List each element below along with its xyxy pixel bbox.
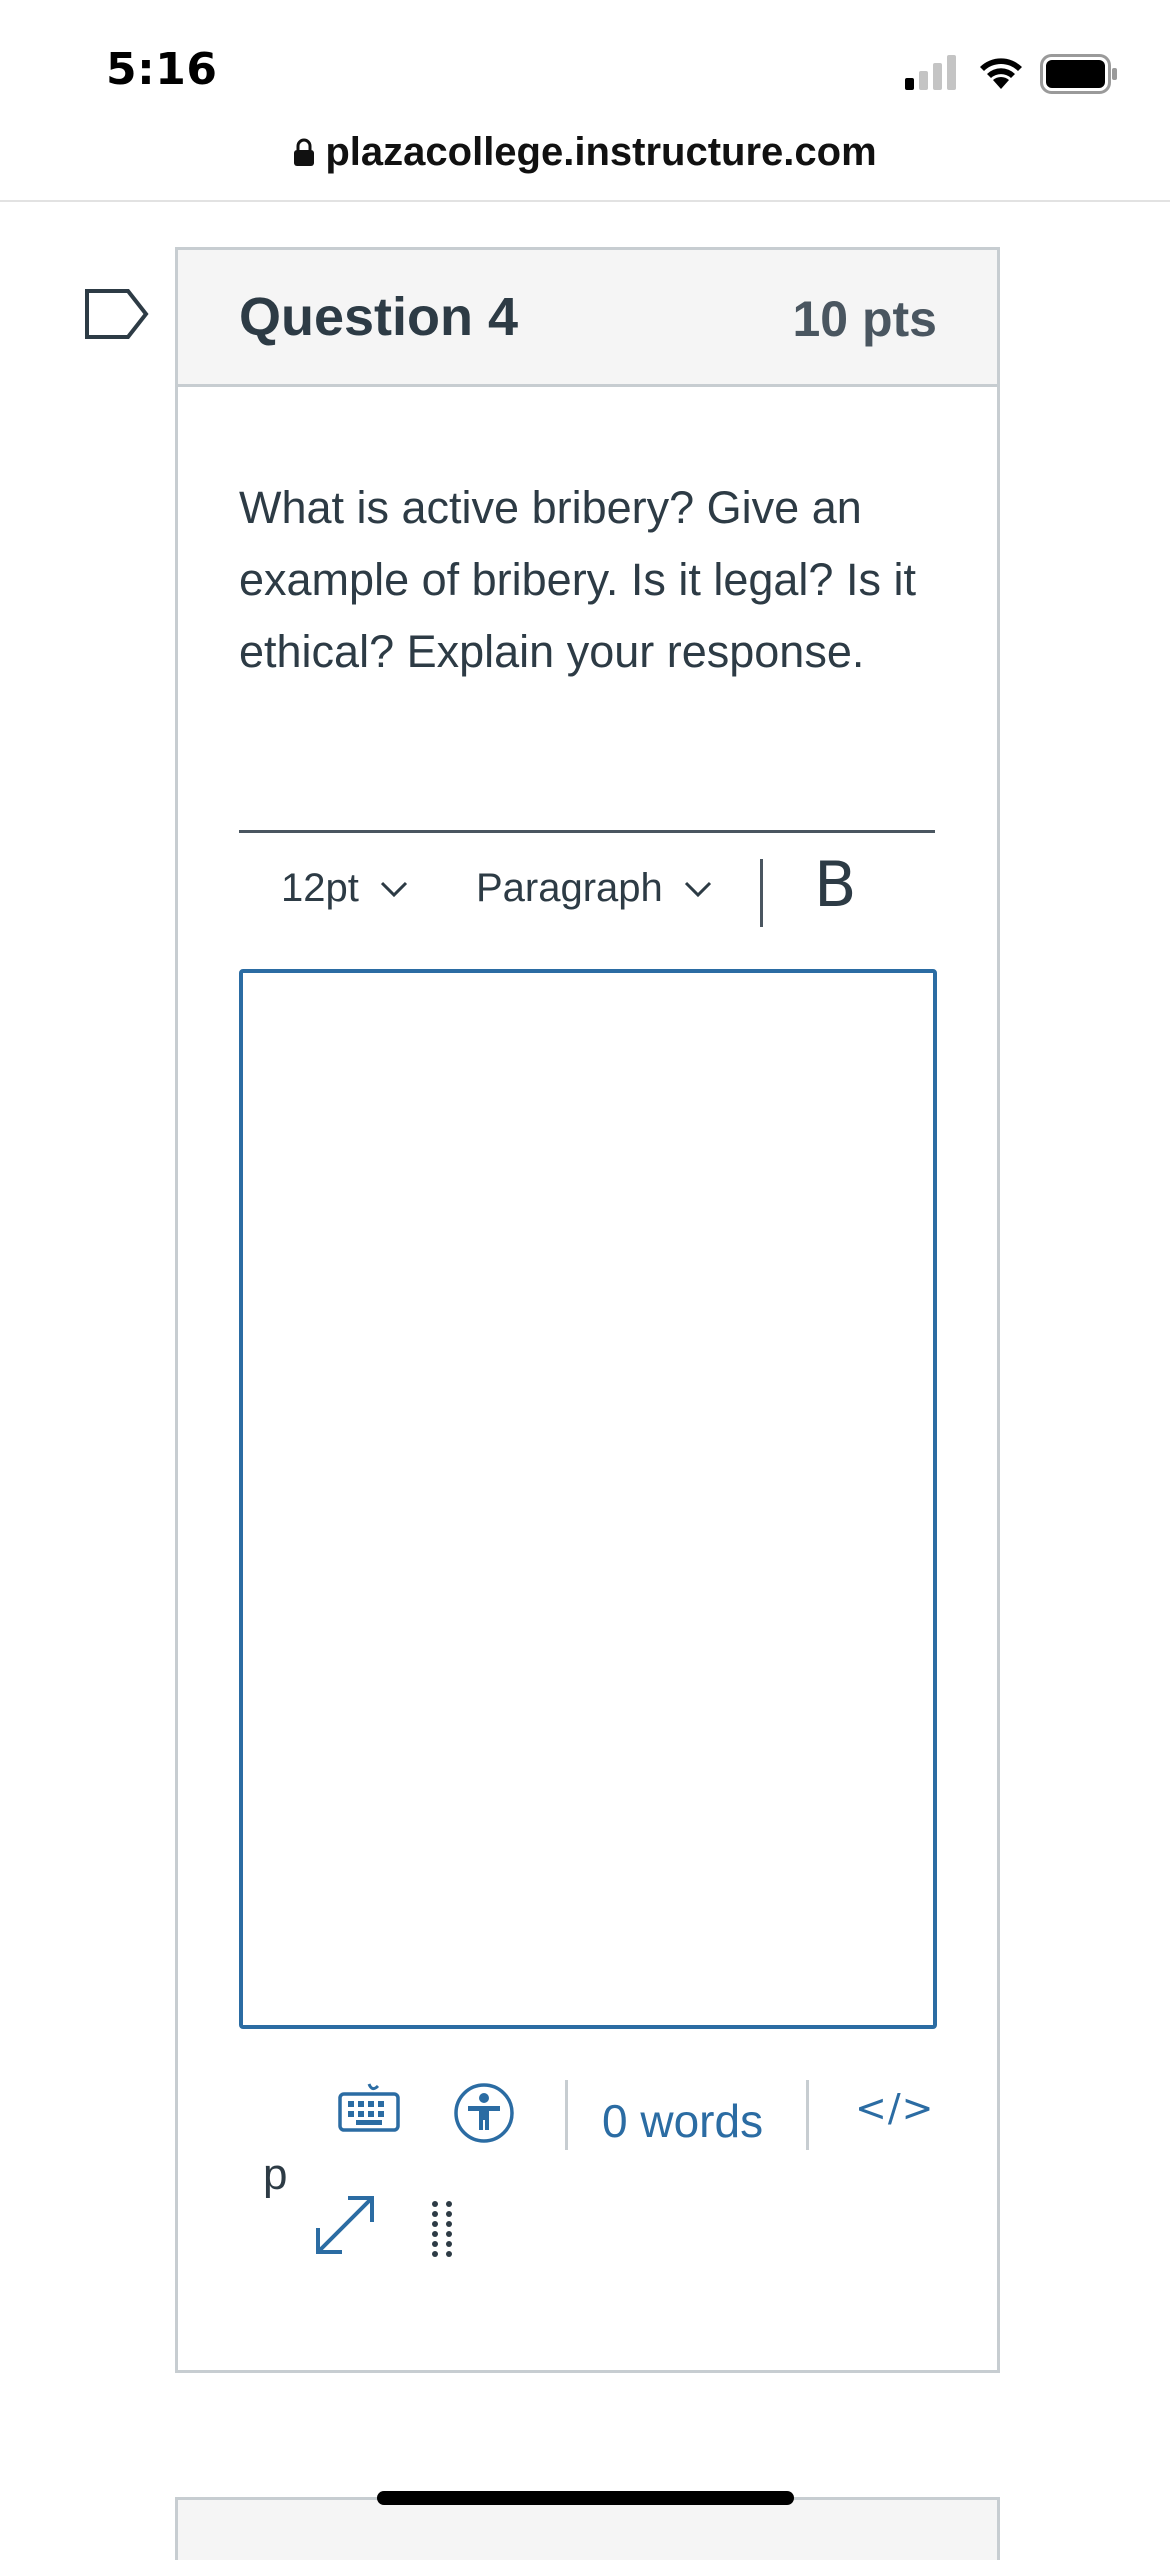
url-bar[interactable]: plazacollege.instructure.com [0,130,1170,175]
lock-icon [294,138,315,166]
rich-text-editor[interactable] [239,969,937,2029]
question-points: 10 pts [792,291,937,347]
question-title: Question 4 [239,287,519,347]
word-count[interactable]: 0 words [602,2094,763,2148]
question-header: Question 4 10 pts [178,250,997,387]
block-format-dropdown[interactable]: Paragraph [476,866,713,911]
question-text: What is active bribery? Give an example … [239,482,916,677]
url-text: plazacollege.instructure.com [325,130,877,174]
url-divider [0,200,1170,202]
chevron-down-icon [684,881,711,897]
html-editor-toggle[interactable]: </> [855,2086,934,2130]
font-size-label: 12pt [281,866,359,910]
accessibility-icon[interactable] [453,2082,515,2144]
toolbar-divider [239,830,935,833]
toolbar-separator [760,859,763,927]
status-time: 5:16 [106,44,218,95]
status-separator [565,2080,568,2150]
status-separator [806,2080,809,2150]
flag-icon[interactable] [84,288,150,340]
signal-icon [905,55,956,90]
block-format-label: Paragraph [476,866,663,910]
battery-icon [1040,54,1117,94]
wifi-icon [980,58,1022,89]
question-card: Question 4 10 pts What is active bribery… [175,247,1000,2373]
fullscreen-icon[interactable] [312,2192,378,2258]
next-question-card [175,2497,1000,2560]
bold-button[interactable]: B [814,854,857,916]
font-size-dropdown[interactable]: 12pt [281,866,409,911]
home-indicator[interactable] [377,2491,794,2505]
resize-handle-icon[interactable] [430,2200,454,2258]
element-path[interactable]: p [263,2150,287,2200]
keyboard-icon[interactable] [338,2080,400,2132]
chevron-down-icon [380,881,407,897]
